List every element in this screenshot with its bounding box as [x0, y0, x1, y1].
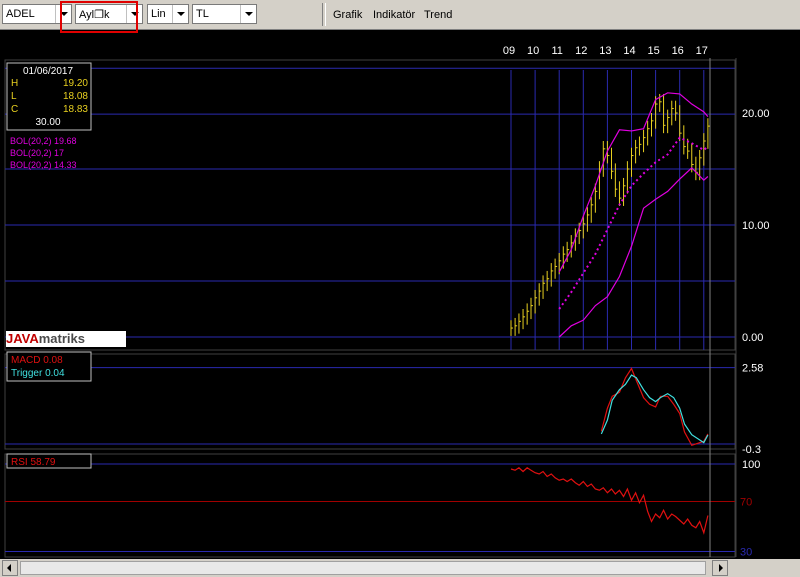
java-matriks-logo: JAVAmatriks	[6, 331, 126, 347]
bollinger-band-line	[558, 167, 709, 338]
info-value: 19.20	[63, 78, 88, 89]
price-y-tick: 10.00	[742, 220, 770, 232]
price-y-tick: 0.00	[742, 332, 763, 344]
period-highlight-box	[60, 1, 138, 33]
menu-trend[interactable]: Trend	[424, 9, 452, 21]
price-y-tick: 20.00	[742, 108, 770, 120]
currency-value: TL	[196, 8, 209, 20]
x-tick-label: 17	[696, 45, 708, 57]
info-date: 01/06/2017	[23, 66, 73, 77]
menu-indikator[interactable]: Indikatör	[373, 9, 415, 21]
macd-panel-frame	[4, 353, 736, 450]
menu-grafik[interactable]: Grafik	[333, 9, 362, 21]
info-label: C	[11, 104, 18, 115]
rsi-y-tick: 30	[740, 547, 752, 559]
x-tick-label: 11	[551, 45, 562, 57]
currency-select[interactable]: TL	[192, 4, 257, 24]
x-tick-label: 10	[527, 45, 539, 57]
bollinger-legend: BOL(20,2) 17	[10, 148, 64, 158]
rsi-legend: RSI 58.79	[11, 457, 56, 468]
bollinger-legend: BOL(20,2) 19.68	[10, 136, 77, 146]
symbol-value: ADEL	[6, 8, 35, 20]
x-tick-label: 13	[599, 45, 611, 57]
scroll-right-button[interactable]	[712, 560, 728, 576]
info-value: 18.83	[63, 104, 88, 115]
trigger-legend: Trigger 0.04	[11, 368, 65, 379]
scale-value: Lin	[151, 8, 166, 20]
x-tick-label: 09	[503, 45, 515, 57]
chevron-down-icon[interactable]	[172, 5, 188, 23]
rsi-y-tick: 100	[742, 459, 760, 471]
macd-legend: MACD 0.08	[11, 355, 63, 366]
toolbar-separator	[322, 3, 326, 26]
info-volume: 30.00	[35, 117, 60, 128]
x-tick-label: 16	[672, 45, 684, 57]
chevron-down-icon[interactable]	[240, 5, 256, 23]
x-tick-label: 12	[575, 45, 587, 57]
info-value: 18.08	[63, 91, 88, 102]
scale-select[interactable]: Lin	[147, 4, 189, 24]
rsi-y-tick: 70	[740, 497, 752, 509]
rsi-series-line	[510, 466, 709, 535]
scroll-left-button[interactable]	[2, 560, 18, 576]
macd-series-line	[600, 374, 709, 444]
x-tick-label: 14	[623, 45, 635, 57]
rsi-panel-frame	[4, 453, 736, 558]
macd-y-tick: 2.58	[742, 363, 763, 375]
price-panel-frame	[4, 59, 736, 351]
bollinger-band-line	[558, 136, 709, 310]
macd-series-line	[600, 367, 709, 447]
info-label: H	[11, 78, 18, 89]
x-tick-label: 15	[647, 45, 659, 57]
bollinger-legend: BOL(20,2) 14.33	[10, 160, 77, 170]
info-label: L	[11, 91, 17, 102]
horizontal-scrollbar[interactable]	[0, 559, 800, 577]
scroll-thumb[interactable]	[20, 561, 706, 575]
macd-y-tick: -0.3	[742, 444, 761, 456]
chart-area[interactable]: 09 10 11 12 13 14 15 16 17 0.00 10.00 20.00 01/06/20…	[0, 30, 800, 559]
